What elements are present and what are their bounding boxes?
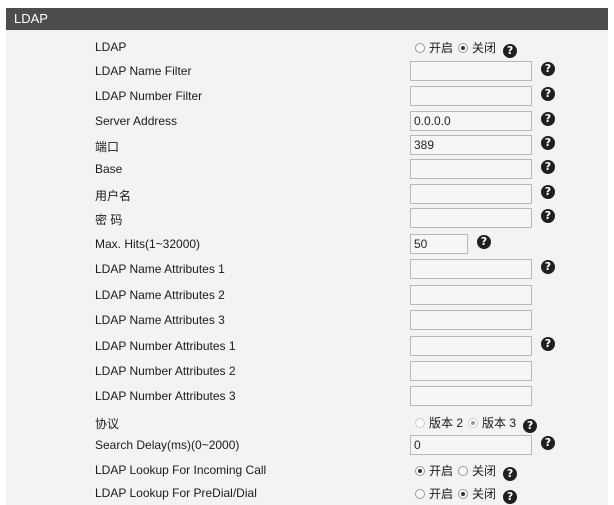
field-label: LDAP Name Attributes 1: [95, 262, 225, 276]
help-icon[interactable]: ?: [541, 112, 555, 126]
help-icon[interactable]: ?: [477, 235, 491, 249]
ldap-panel: LDAP LDAP 开启 关闭? LDAP Name Filter ? LDAP …: [6, 8, 608, 505]
ldap-enable-radios: 开启 关闭?: [415, 39, 518, 58]
radio-label-on: 开启: [429, 487, 454, 501]
radio-label-on: 开启: [429, 41, 454, 55]
field-label: Max. Hits(1~32000): [95, 237, 201, 251]
field-label: LDAP Name Attributes 2: [95, 288, 225, 302]
protocol-radios: 版本 2 版本 3?: [415, 414, 538, 433]
radio-label-off: 关闭: [472, 464, 497, 478]
radio-incoming-on[interactable]: [415, 466, 425, 476]
row-name-filter: LDAP Name Filter ?: [6, 61, 608, 83]
help-icon[interactable]: ?: [503, 44, 518, 58]
field-label: Server Address: [95, 114, 178, 128]
row-base: Base ?: [6, 159, 608, 181]
name-attr-2-input[interactable]: [410, 285, 532, 305]
help-icon[interactable]: ?: [541, 260, 555, 274]
row-password: 密 码 ?: [6, 208, 608, 230]
field-label: LDAP Name Filter: [95, 64, 192, 78]
row-protocol: 协议 版本 2 版本 3?: [6, 412, 608, 434]
panel-title: LDAP: [14, 11, 48, 26]
radio-predial-on[interactable]: [415, 489, 425, 499]
password-input[interactable]: [410, 208, 532, 228]
radio-ldap-on[interactable]: [415, 43, 425, 53]
row-incoming-lookup: LDAP Lookup For Incoming Call 开启 关闭?: [6, 460, 608, 482]
field-label: LDAP: [95, 40, 127, 54]
server-address-input[interactable]: [410, 111, 532, 131]
field-label: 端口: [95, 140, 120, 154]
number-filter-input[interactable]: [410, 86, 532, 106]
row-number-attr-2: LDAP Number Attributes 2: [6, 361, 608, 383]
field-label: Search Delay(ms)(0~2000): [95, 438, 240, 452]
radio-label-off: 关闭: [472, 41, 497, 55]
row-search-delay: Search Delay(ms)(0~2000) ?: [6, 435, 608, 457]
help-icon[interactable]: ?: [541, 160, 555, 174]
row-max-hits: Max. Hits(1~32000) ?: [6, 234, 608, 256]
number-attr-3-input[interactable]: [410, 386, 532, 406]
radio-label-on: 开启: [429, 464, 454, 478]
radio-incoming-off[interactable]: [458, 466, 469, 476]
help-icon[interactable]: ?: [541, 436, 555, 450]
name-attr-3-input[interactable]: [410, 310, 532, 330]
help-icon[interactable]: ?: [541, 209, 555, 223]
row-predial-lookup: LDAP Lookup For PreDial/Dial 开启 关闭?: [6, 483, 608, 505]
max-hits-input[interactable]: [410, 234, 468, 254]
row-name-attr-3: LDAP Name Attributes 3: [6, 310, 608, 332]
field-label: Base: [95, 162, 123, 176]
row-port: 端口 ?: [6, 135, 608, 157]
radio-label-off: 关闭: [472, 487, 497, 501]
username-input[interactable]: [410, 184, 532, 204]
row-server-address: Server Address ?: [6, 111, 608, 133]
help-icon[interactable]: ?: [541, 185, 555, 199]
help-icon[interactable]: ?: [503, 490, 518, 504]
help-icon[interactable]: ?: [523, 419, 538, 433]
incoming-lookup-radios: 开启 关闭?: [415, 462, 518, 481]
help-icon[interactable]: ?: [503, 467, 518, 481]
row-number-filter: LDAP Number Filter ?: [6, 86, 608, 108]
help-icon[interactable]: ?: [541, 337, 555, 351]
row-name-attr-2: LDAP Name Attributes 2: [6, 285, 608, 307]
panel-header: LDAP: [6, 8, 608, 30]
row-number-attr-3: LDAP Number Attributes 3: [6, 386, 608, 408]
port-input[interactable]: [410, 135, 532, 155]
number-attr-1-input[interactable]: [410, 336, 532, 356]
row-ldap-enable: LDAP 开启 关闭?: [6, 37, 608, 59]
name-filter-input[interactable]: [410, 61, 532, 81]
predial-lookup-radios: 开启 关闭?: [415, 485, 518, 504]
row-name-attr-1: LDAP Name Attributes 1 ?: [6, 259, 608, 281]
field-label: LDAP Lookup For PreDial/Dial: [95, 486, 257, 500]
field-label: LDAP Name Attributes 3: [95, 313, 225, 327]
field-label: 密 码: [95, 213, 123, 227]
base-input[interactable]: [410, 159, 532, 179]
radio-ldap-off[interactable]: [458, 43, 469, 53]
help-icon[interactable]: ?: [541, 62, 555, 76]
number-attr-2-input[interactable]: [410, 361, 532, 381]
search-delay-input[interactable]: [410, 435, 532, 455]
field-label: LDAP Number Attributes 3: [95, 389, 236, 403]
field-label: 用户名: [95, 189, 132, 203]
radio-predial-off[interactable]: [458, 489, 469, 499]
radio-label-version-2: 版本 2: [429, 416, 464, 430]
radio-label-version-3: 版本 3: [482, 416, 517, 430]
field-label: LDAP Number Filter: [95, 89, 203, 103]
field-label: LDAP Lookup For Incoming Call: [95, 463, 267, 477]
row-username: 用户名 ?: [6, 184, 608, 206]
radio-version-2[interactable]: [415, 418, 425, 428]
row-number-attr-1: LDAP Number Attributes 1 ?: [6, 336, 608, 358]
field-label: LDAP Number Attributes 1: [95, 339, 236, 353]
help-icon[interactable]: ?: [541, 87, 555, 101]
name-attr-1-input[interactable]: [410, 259, 532, 279]
field-label: LDAP Number Attributes 2: [95, 364, 236, 378]
field-label: 协议: [95, 417, 120, 431]
help-icon[interactable]: ?: [541, 136, 555, 150]
radio-version-3[interactable]: [468, 418, 479, 428]
